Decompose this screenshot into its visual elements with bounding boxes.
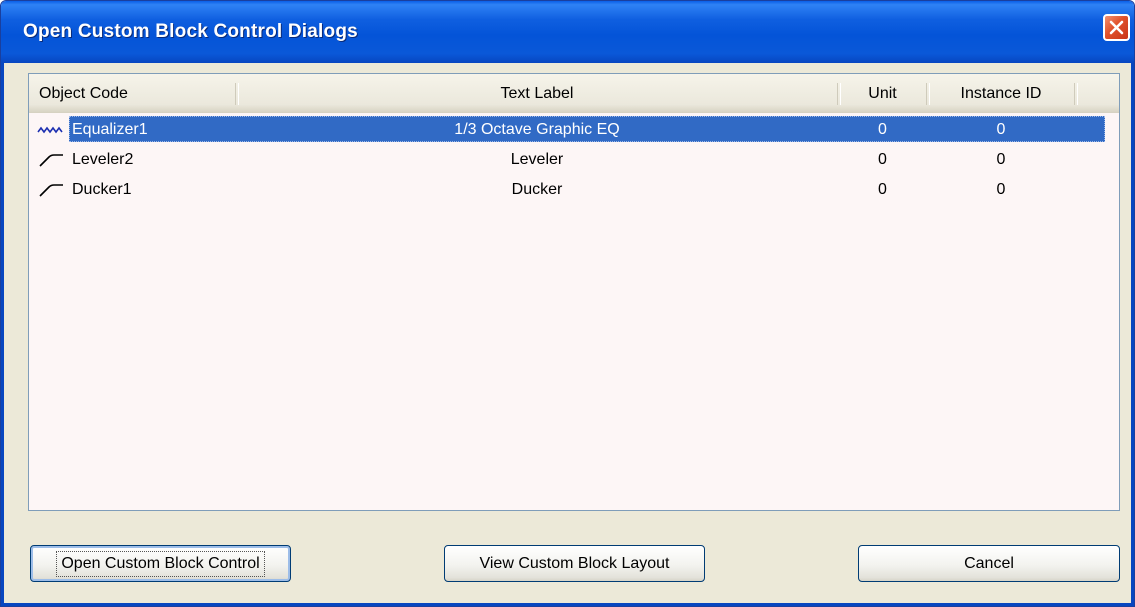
column-divider[interactable]	[1074, 83, 1078, 105]
window-frame-right	[1131, 63, 1134, 606]
cell-instance-id: 0	[996, 151, 1006, 168]
window-title: Open Custom Block Control Dialogs	[23, 21, 358, 42]
column-header-unit[interactable]: Unit	[839, 74, 926, 112]
window-frame-left	[1, 63, 4, 606]
custom-block-list[interactable]: Object Code Text Label Unit Instance ID …	[28, 73, 1120, 511]
column-header-text-label[interactable]: Text Label	[237, 74, 837, 112]
list-row-ducker1[interactable]: Ducker1 Ducker 0 0	[29, 175, 1105, 203]
list-header: Object Code Text Label Unit Instance ID	[29, 74, 1119, 113]
view-custom-block-layout-button[interactable]: View Custom Block Layout	[444, 545, 705, 582]
title-bar[interactable]: Open Custom Block Control Dialogs	[1, 1, 1134, 63]
cell-unit: 0	[878, 121, 887, 138]
window-frame-bottom	[1, 603, 1134, 606]
wave-icon	[37, 126, 63, 134]
close-x-icon	[1109, 20, 1124, 35]
cell-object-code: Ducker1	[72, 181, 132, 198]
open-button-label: Open Custom Block Control	[56, 550, 265, 577]
dialog-window: Open Custom Block Control Dialogs Object…	[0, 0, 1135, 607]
list-row-leveler2[interactable]: Leveler2 Leveler 0 0	[29, 145, 1105, 173]
view-button-label: View Custom Block Layout	[479, 554, 670, 572]
cell-text-label: 1/3 Octave Graphic EQ	[454, 121, 620, 138]
close-button[interactable]	[1103, 14, 1130, 41]
cell-object-code: Equalizer1	[72, 121, 148, 138]
cancel-button[interactable]: Cancel	[858, 545, 1120, 582]
cell-unit: 0	[878, 181, 887, 198]
cancel-button-label: Cancel	[964, 554, 1014, 572]
cell-object-code: Leveler2	[72, 151, 134, 168]
ramp-icon	[39, 154, 63, 167]
cell-instance-id: 0	[996, 121, 1006, 138]
column-header-instance-id[interactable]: Instance ID	[928, 74, 1074, 112]
column-header-object-code[interactable]: Object Code	[39, 74, 128, 112]
cell-text-label: Ducker	[511, 181, 563, 198]
cell-text-label: Leveler	[510, 151, 564, 168]
ramp-icon	[39, 184, 63, 197]
list-row-equalizer1[interactable]: Equalizer1 1/3 Octave Graphic EQ 0 0	[29, 115, 1105, 143]
cell-unit: 0	[878, 151, 887, 168]
cell-instance-id: 0	[996, 181, 1006, 198]
open-custom-block-control-button[interactable]: Open Custom Block Control	[30, 545, 291, 582]
